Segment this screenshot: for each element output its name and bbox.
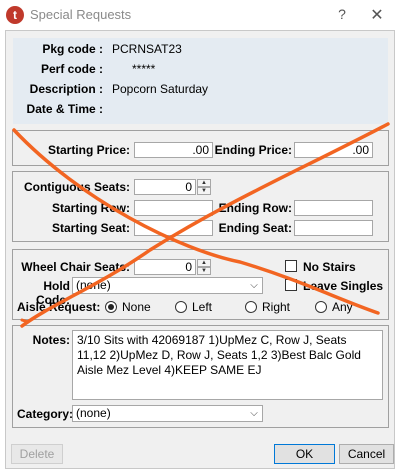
annotation-overlay [12, 122, 390, 328]
annotation-stroke-3 [20, 318, 30, 324]
